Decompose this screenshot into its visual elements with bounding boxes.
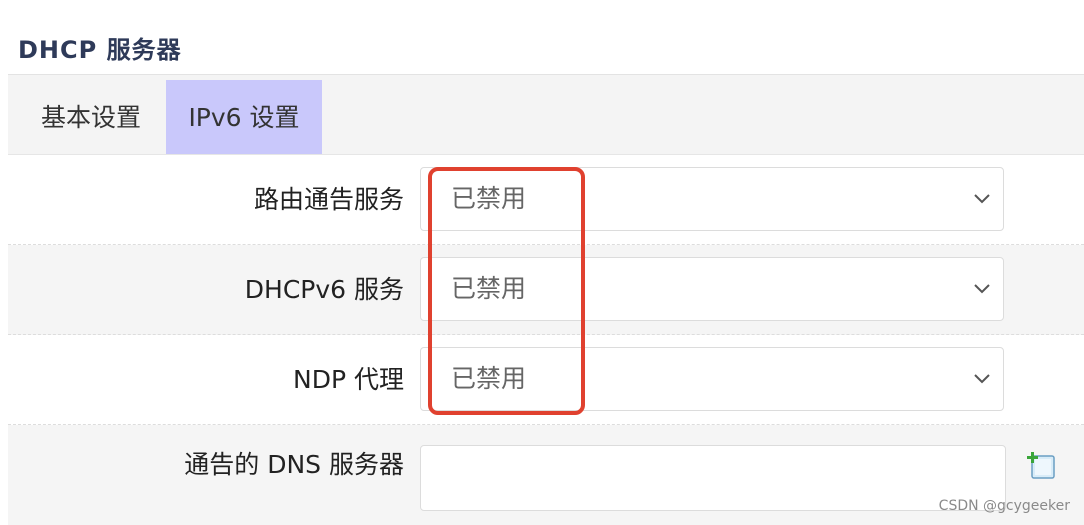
- dhcpv6-service-select[interactable]: 已禁用: [420, 257, 1004, 321]
- add-entry-icon[interactable]: [1026, 449, 1058, 481]
- announced-dns-input[interactable]: [420, 445, 1006, 511]
- ndp-proxy-value: 已禁用: [451, 364, 527, 393]
- router-advertisement-label: 路由通告服务: [253, 185, 404, 214]
- tab-ipv6-settings[interactable]: IPv6 设置: [166, 80, 322, 155]
- form-row-dhcpv6: DHCPv6 服务 已禁用: [8, 245, 1084, 335]
- chevron-down-icon: [974, 374, 990, 384]
- watermark: CSDN @gcygeeker: [938, 498, 1070, 514]
- section-title: DHCP 服务器: [18, 36, 182, 64]
- form-row-ndp-proxy: NDP 代理 已禁用: [8, 335, 1084, 425]
- dhcpv6-service-label: DHCPv6 服务: [244, 275, 404, 304]
- chevron-down-icon: [974, 284, 990, 294]
- form-row-announced-dns: 通告的 DNS 服务器: [8, 425, 1084, 525]
- ndp-proxy-select[interactable]: 已禁用: [420, 347, 1004, 411]
- announced-dns-label: 通告的 DNS 服务器: [184, 450, 404, 479]
- router-advertisement-select[interactable]: 已禁用: [420, 167, 1004, 231]
- dhcpv6-service-value: 已禁用: [451, 274, 527, 303]
- chevron-down-icon: [974, 194, 990, 204]
- tab-basic-settings[interactable]: 基本设置: [16, 80, 166, 155]
- ipv6-settings-panel: 路由通告服务 已禁用 DHCPv6 服务 已禁用 NDP 代理 已禁用 通告的 …: [8, 154, 1084, 525]
- router-advertisement-value: 已禁用: [451, 184, 527, 213]
- tab-bar: 基本设置 IPv6 设置: [8, 74, 1084, 155]
- ndp-proxy-label: NDP 代理: [293, 365, 404, 394]
- form-row-router-advertisement: 路由通告服务 已禁用: [8, 155, 1084, 245]
